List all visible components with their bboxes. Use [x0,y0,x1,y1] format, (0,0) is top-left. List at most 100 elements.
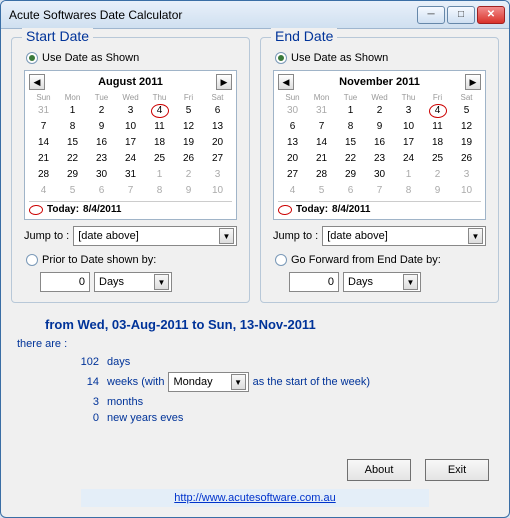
cal-day[interactable]: 18 [423,136,452,150]
end-use-date-radio[interactable]: Use Date as Shown [275,52,490,64]
end-today-row[interactable]: Today: 8/4/2011 [278,201,481,215]
start-next-month[interactable]: ▶ [216,74,232,90]
cal-day[interactable]: 8 [336,120,365,134]
cal-day[interactable]: 4 [278,184,307,198]
cal-day[interactable]: 14 [29,136,58,150]
cal-day[interactable]: 1 [336,104,365,118]
cal-day[interactable]: 21 [29,152,58,166]
cal-day[interactable]: 16 [365,136,394,150]
maximize-button[interactable]: □ [447,6,475,24]
cal-day[interactable]: 7 [365,184,394,198]
cal-day[interactable]: 8 [58,120,87,134]
cal-day[interactable]: 2 [423,168,452,182]
cal-day[interactable]: 31 [116,168,145,182]
cal-day[interactable]: 22 [58,152,87,166]
cal-day[interactable]: 6 [278,120,307,134]
start-use-date-radio[interactable]: Use Date as Shown [26,52,241,64]
cal-day[interactable]: 28 [29,168,58,182]
cal-day[interactable]: 11 [145,120,174,134]
cal-day[interactable]: 23 [365,152,394,166]
cal-day[interactable]: 3 [203,168,232,182]
cal-day[interactable]: 24 [116,152,145,166]
cal-day[interactable]: 30 [365,168,394,182]
cal-day[interactable]: 9 [365,120,394,134]
cal-day[interactable]: 27 [203,152,232,166]
end-prev-month[interactable]: ◀ [278,74,294,90]
cal-day[interactable]: 12 [174,120,203,134]
cal-day[interactable]: 10 [394,120,423,134]
cal-day[interactable]: 20 [203,136,232,150]
website-link[interactable]: http://www.acutesoftware.com.au [81,489,429,507]
cal-day[interactable]: 9 [174,184,203,198]
cal-day[interactable]: 9 [87,120,116,134]
cal-day[interactable]: 5 [307,184,336,198]
cal-day[interactable]: 4 [145,104,174,118]
cal-day[interactable]: 10 [452,184,481,198]
start-prior-radio[interactable]: Prior to Date shown by: [26,254,241,266]
end-forward-unit-select[interactable]: Days ▼ [343,272,421,292]
cal-day[interactable]: 8 [394,184,423,198]
end-next-month[interactable]: ▶ [465,74,481,90]
cal-day[interactable]: 26 [174,152,203,166]
end-forward-radio[interactable]: Go Forward from End Date by: [275,254,490,266]
cal-day[interactable]: 22 [336,152,365,166]
cal-day[interactable]: 18 [145,136,174,150]
cal-day[interactable]: 31 [29,104,58,118]
cal-day[interactable]: 4 [29,184,58,198]
cal-day[interactable]: 5 [174,104,203,118]
cal-day[interactable]: 30 [278,104,307,118]
cal-day[interactable]: 7 [307,120,336,134]
end-forward-input[interactable]: 0 [289,272,339,292]
cal-day[interactable]: 3 [394,104,423,118]
cal-day[interactable]: 17 [116,136,145,150]
cal-day[interactable]: 5 [452,104,481,118]
week-start-select[interactable]: Monday ▼ [168,372,248,392]
start-prev-month[interactable]: ◀ [29,74,45,90]
cal-day[interactable]: 4 [423,104,452,118]
exit-button[interactable]: Exit [425,459,489,481]
cal-day[interactable]: 6 [87,184,116,198]
cal-day[interactable]: 29 [58,168,87,182]
cal-day[interactable]: 25 [423,152,452,166]
cal-day[interactable]: 7 [29,120,58,134]
start-jump-select[interactable]: [date above] ▼ [73,226,237,246]
end-cal-grid[interactable]: 3031123456789101112131415161718192021222… [278,104,481,198]
cal-day[interactable]: 15 [336,136,365,150]
start-today-row[interactable]: Today: 8/4/2011 [29,201,232,215]
cal-day[interactable]: 30 [87,168,116,182]
cal-day[interactable]: 19 [452,136,481,150]
cal-day[interactable]: 10 [203,184,232,198]
cal-day[interactable]: 20 [278,152,307,166]
cal-day[interactable]: 3 [116,104,145,118]
cal-day[interactable]: 28 [307,168,336,182]
cal-day[interactable]: 9 [423,184,452,198]
cal-day[interactable]: 26 [452,152,481,166]
minimize-button[interactable]: ─ [417,6,445,24]
start-cal-grid[interactable]: 3112345678910111213141516171819202122232… [29,104,232,198]
cal-day[interactable]: 2 [365,104,394,118]
cal-day[interactable]: 25 [145,152,174,166]
cal-day[interactable]: 14 [307,136,336,150]
cal-day[interactable]: 3 [452,168,481,182]
start-prior-unit-select[interactable]: Days ▼ [94,272,172,292]
cal-day[interactable]: 23 [87,152,116,166]
start-prior-input[interactable]: 0 [40,272,90,292]
cal-day[interactable]: 21 [307,152,336,166]
cal-day[interactable]: 11 [423,120,452,134]
cal-day[interactable]: 10 [116,120,145,134]
cal-day[interactable]: 2 [87,104,116,118]
cal-day[interactable]: 17 [394,136,423,150]
cal-day[interactable]: 16 [87,136,116,150]
cal-day[interactable]: 12 [452,120,481,134]
cal-day[interactable]: 1 [58,104,87,118]
cal-day[interactable]: 13 [203,120,232,134]
cal-day[interactable]: 8 [145,184,174,198]
close-button[interactable]: ✕ [477,6,505,24]
cal-day[interactable]: 29 [336,168,365,182]
about-button[interactable]: About [347,459,411,481]
cal-day[interactable]: 1 [145,168,174,182]
cal-day[interactable]: 19 [174,136,203,150]
end-jump-select[interactable]: [date above] ▼ [322,226,486,246]
cal-day[interactable]: 1 [394,168,423,182]
cal-day[interactable]: 15 [58,136,87,150]
